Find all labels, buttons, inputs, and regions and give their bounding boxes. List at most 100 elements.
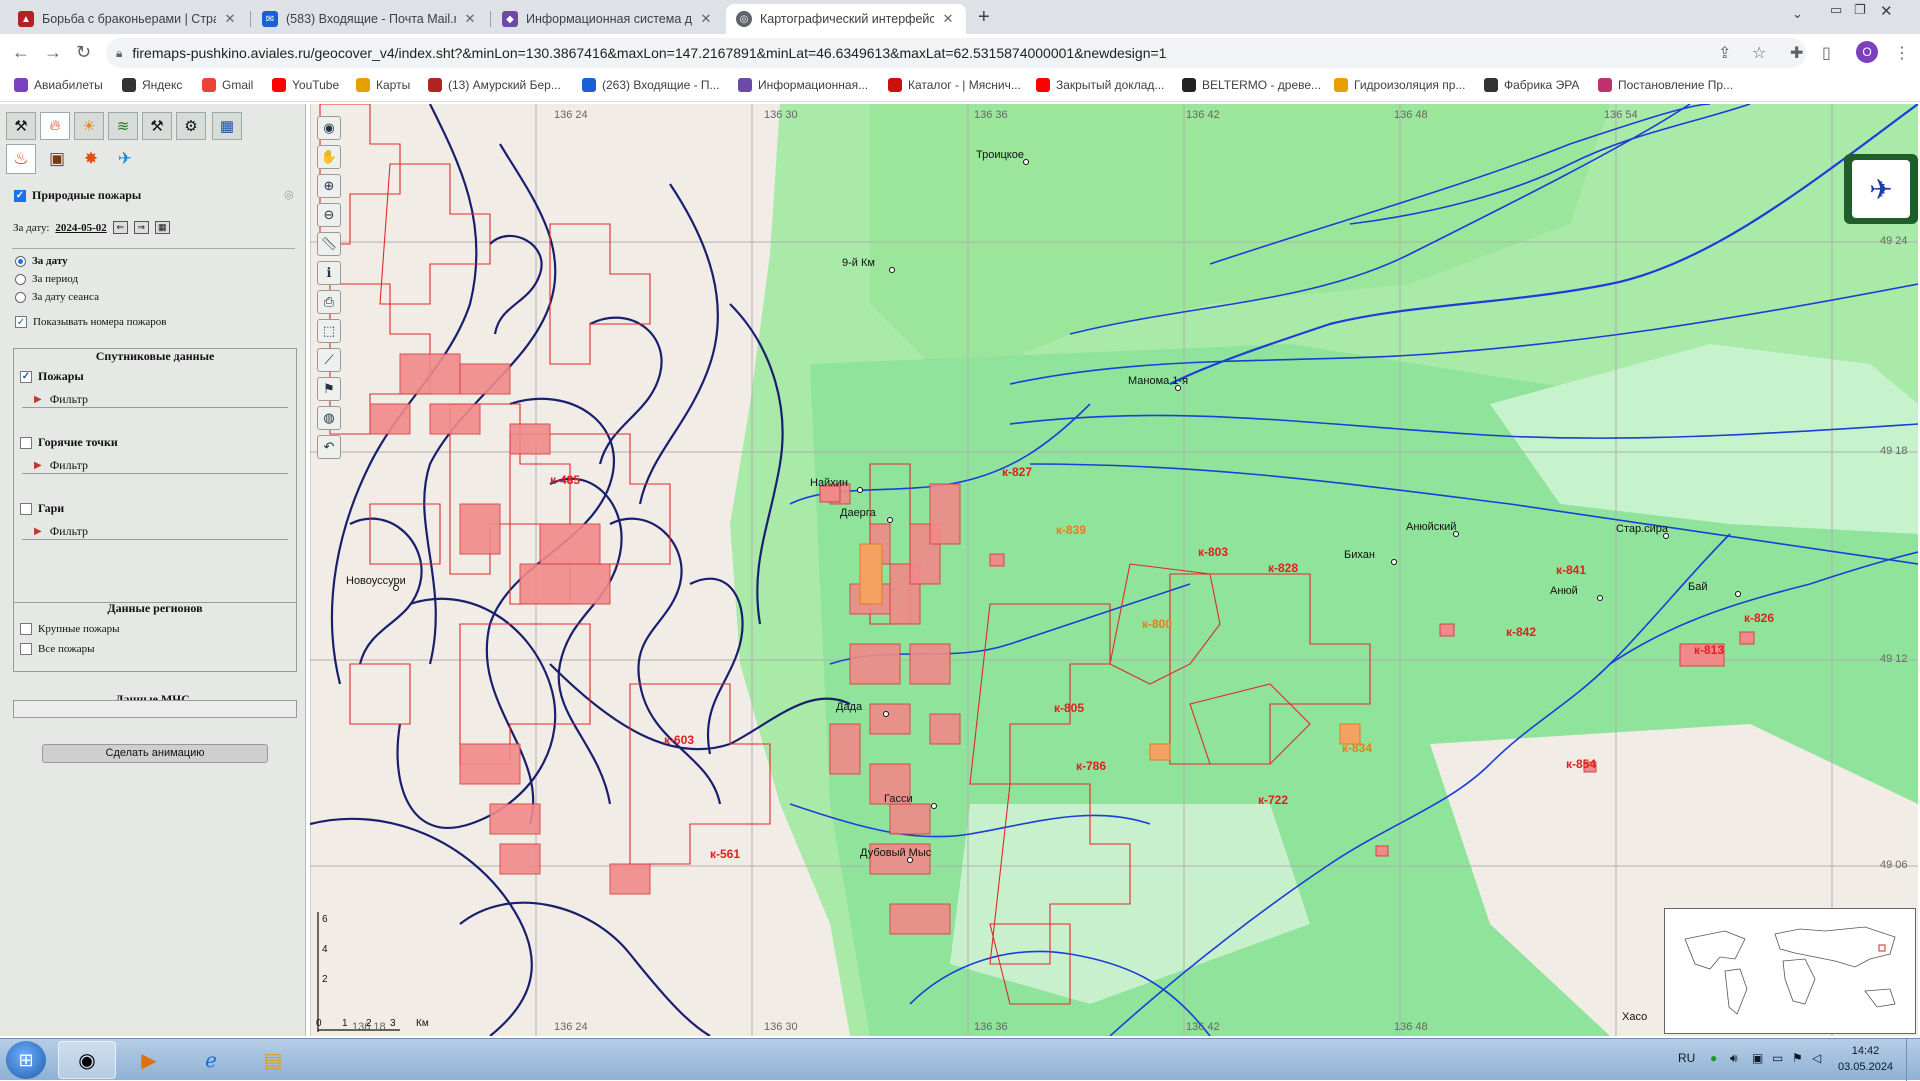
bookmark-item[interactable]: Фабрика ЭРА: [1484, 78, 1579, 92]
back-arrow-icon[interactable]: ←: [12, 42, 30, 63]
bookmark-item[interactable]: Каталог - | Мяснич...: [888, 78, 1021, 92]
radio-by-date-control[interactable]: [15, 255, 26, 267]
date-value[interactable]: 2024-05-02: [55, 222, 106, 234]
flag-tray-icon[interactable]: ⚑: [1792, 1051, 1803, 1065]
forward-arrow-icon[interactable]: →: [44, 42, 62, 63]
share-icon[interactable]: ⇪: [1718, 43, 1731, 63]
bookmark-item[interactable]: (263) Входящие - П...: [582, 78, 720, 92]
tab-mail[interactable]: ✉ (583) Входящие - Почта Mail.ru ✕: [252, 4, 488, 34]
bookmark-item[interactable]: Гидроизоляция пр...: [1334, 78, 1465, 92]
make-animation-button[interactable]: Сделать анимацию: [42, 744, 268, 763]
network-tray-icon[interactable]: ▣: [1752, 1051, 1763, 1065]
tab-isdm[interactable]: ◆ Информационная система дист ✕: [492, 4, 724, 34]
subtab-building[interactable]: ▣: [42, 144, 72, 174]
close-tab-icon[interactable]: ✕: [698, 11, 714, 27]
radio-by-session-control[interactable]: [15, 291, 26, 303]
draw-line-icon[interactable]: ⟋: [317, 348, 341, 372]
next-date-icon[interactable]: ⇒: [133, 221, 149, 234]
sat-hotspots-row[interactable]: Горячие точки: [20, 435, 118, 450]
subtab-fire[interactable]: ♨: [6, 144, 36, 174]
bookmark-item[interactable]: Карты: [356, 78, 410, 92]
subtab-aircraft[interactable]: ✈: [110, 144, 140, 174]
tab-search-icon[interactable]: ⌄: [1792, 6, 1803, 22]
zoom-out-icon[interactable]: ⊖: [317, 203, 341, 227]
clock[interactable]: 14:42 03.05.2024: [1838, 1043, 1893, 1075]
volume-tray-icon[interactable]: 🔊︎: [1730, 1051, 1738, 1066]
site-info-icon[interactable]: 🔒︎: [116, 46, 122, 61]
tab-map-interface[interactable]: ◎ Картографический интерфейс И ✕: [726, 4, 966, 34]
minimize-icon[interactable]: ▭: [1830, 2, 1842, 18]
profile-avatar[interactable]: O: [1856, 41, 1878, 63]
tab-table[interactable]: ▦: [212, 112, 242, 140]
sat-fires-filter[interactable]: ▶ Фильтр: [22, 392, 288, 408]
chrome-taskbar-icon[interactable]: ◉: [58, 1041, 116, 1079]
sat-hotspots-checkbox[interactable]: [20, 436, 32, 449]
natural-fires-row[interactable]: ✓ Природные пожары: [14, 188, 141, 203]
internet-explorer-taskbar-icon[interactable]: ℯ: [182, 1041, 240, 1079]
sat-burns-row[interactable]: Гари: [20, 501, 64, 516]
show-desktop-button[interactable]: [1906, 1039, 1920, 1081]
side-panel-icon[interactable]: ▯: [1822, 43, 1831, 63]
bookmark-item[interactable]: Постановление Пр...: [1598, 78, 1733, 92]
all-fires-checkbox[interactable]: [20, 643, 32, 655]
natural-fires-checkbox[interactable]: ✓: [14, 189, 26, 202]
media-player-taskbar-icon[interactable]: ▶: [120, 1041, 178, 1079]
radio-by-date[interactable]: За дату: [15, 255, 68, 267]
reload-icon[interactable]: ↻: [76, 42, 91, 63]
bookmark-item[interactable]: (13) Амурский Бер...: [428, 78, 561, 92]
extensions-icon[interactable]: ✚: [1790, 43, 1803, 63]
all-fires-row[interactable]: Все пожары: [20, 643, 94, 655]
speaker-tray-icon[interactable]: ◁: [1812, 1051, 1821, 1065]
sat-burns-checkbox[interactable]: [20, 502, 32, 515]
tab-fires[interactable]: 🔥︎: [40, 112, 70, 140]
tab-tools[interactable]: ⚒: [142, 112, 172, 140]
bookmark-item[interactable]: Закрытый доклад...: [1036, 78, 1164, 92]
pan-hand-icon[interactable]: ✋: [317, 145, 341, 169]
ruler-icon[interactable]: 📏︎: [317, 232, 341, 256]
marker-icon[interactable]: ⚑: [317, 377, 341, 401]
zoom-extent-icon[interactable]: ◉: [317, 116, 341, 140]
subtab-hotspot[interactable]: ✸: [76, 144, 106, 174]
close-tab-icon[interactable]: ✕: [940, 11, 956, 27]
large-fires-row[interactable]: Крупные пожары: [20, 623, 119, 635]
close-tab-icon[interactable]: ✕: [462, 11, 478, 27]
bookmark-item[interactable]: Яндекс: [122, 78, 182, 92]
map-canvas[interactable]: 136 24 136 30 136 36 136 42 136 48 136 54136 …: [310, 104, 1918, 1036]
display-tray-icon[interactable]: ▭: [1772, 1051, 1783, 1065]
show-numbers-checkbox[interactable]: ✓: [15, 316, 27, 328]
bookmark-item[interactable]: YouTube: [272, 78, 339, 92]
start-button[interactable]: ⊞: [6, 1041, 46, 1079]
sat-fires-row[interactable]: ✓ Пожары: [20, 369, 84, 384]
sat-fires-checkbox[interactable]: ✓: [20, 370, 32, 383]
sat-burns-filter[interactable]: ▶ Фильтр: [22, 524, 288, 540]
bookmark-item[interactable]: BELTERMO - древе...: [1182, 78, 1321, 92]
map-viewport[interactable]: 136 24 136 30 136 36 136 42 136 48 136 54 136 …: [310, 104, 1918, 1036]
undo-icon[interactable]: ↶: [317, 435, 341, 459]
bookmark-item[interactable]: Информационная...: [738, 78, 868, 92]
sat-hotspots-filter[interactable]: ▶ Фильтр: [22, 458, 288, 474]
tab-base-layers[interactable]: ≋: [108, 112, 138, 140]
tab-settings[interactable]: ⚙: [176, 112, 206, 140]
prev-date-icon[interactable]: ⇐: [112, 221, 128, 234]
restore-icon[interactable]: ❐: [1854, 2, 1866, 18]
bookmark-item[interactable]: Gmail: [202, 78, 253, 92]
kaspersky-tray-icon[interactable]: ●: [1710, 1051, 1717, 1065]
file-explorer-taskbar-icon[interactable]: ▤: [244, 1041, 302, 1079]
tab-layers-tool[interactable]: ⚒: [6, 112, 36, 140]
bookmark-item[interactable]: Авиабилеты: [14, 78, 103, 92]
large-fires-checkbox[interactable]: [20, 623, 32, 635]
print-icon[interactable]: ⎙: [317, 290, 341, 314]
radio-by-period-control[interactable]: [15, 273, 26, 285]
select-area-icon[interactable]: ⬚: [317, 319, 341, 343]
bookmark-star-icon[interactable]: ☆: [1752, 43, 1766, 63]
tab-poaching[interactable]: ▲ Борьба с браконьерами | Стран ✕: [8, 4, 248, 34]
language-indicator[interactable]: RU: [1678, 1051, 1695, 1065]
tab-weather[interactable]: ☀: [74, 112, 104, 140]
chrome-menu-icon[interactable]: ⋮: [1894, 43, 1910, 63]
overview-map[interactable]: [1664, 908, 1916, 1034]
zoom-in-icon[interactable]: ⊕: [317, 174, 341, 198]
calendar-icon[interactable]: ▦: [154, 221, 170, 234]
globe-layer-icon[interactable]: ◍: [317, 406, 341, 430]
new-tab-button[interactable]: +: [978, 6, 990, 29]
show-numbers-row[interactable]: ✓ Показывать номера пожаров: [15, 316, 166, 328]
